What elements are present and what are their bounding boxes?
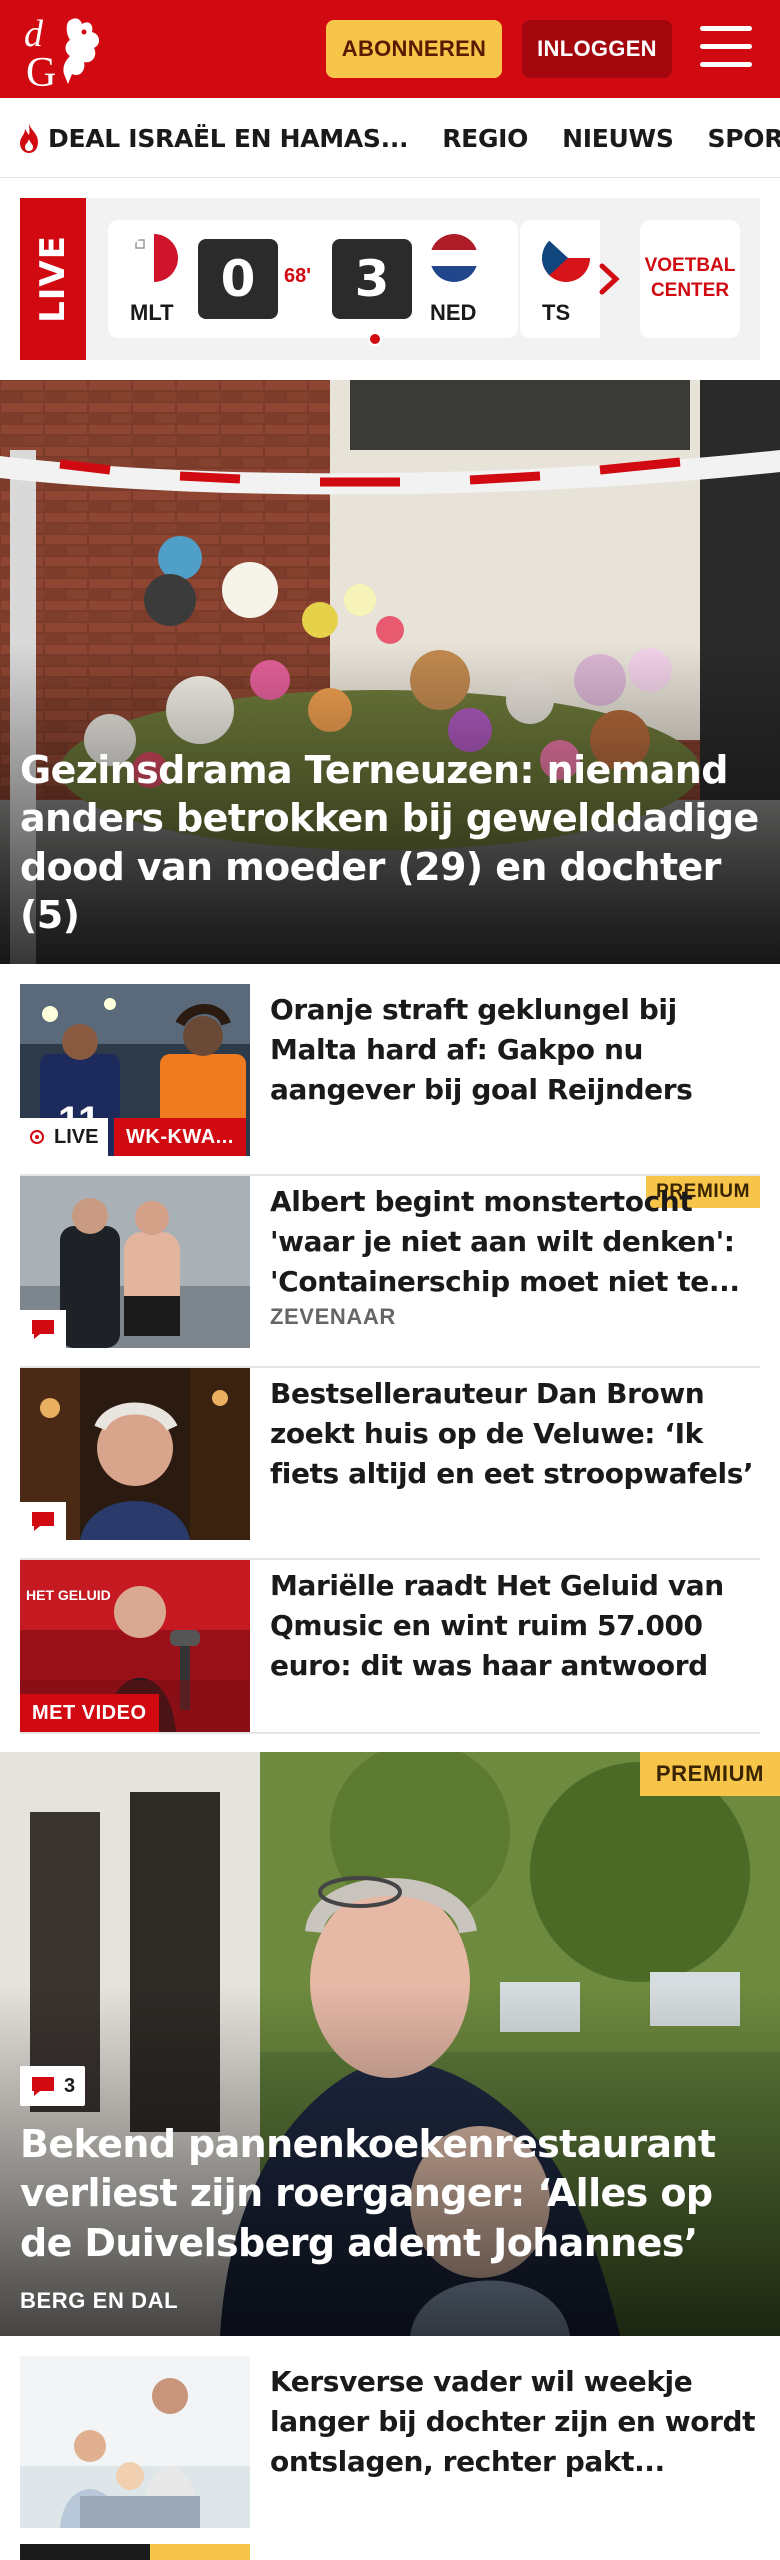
thumbnail-banner-text: HET GELUID: [26, 1587, 111, 1603]
category-tag: WK-KWA...: [114, 1118, 246, 1156]
comments-badge: [20, 1310, 66, 1348]
menu-icon[interactable]: [700, 26, 752, 72]
voetbal-center-link[interactable]: VOETBAL CENTER: [640, 220, 740, 338]
live-scores-bar: LIVE MLT 0 68' 3 NED TS VOETBAL CENTER: [20, 198, 760, 360]
feature-title: Bekend pannenkoekenrestaurant verliest z…: [20, 2122, 716, 2265]
article-thumbnail: [20, 2356, 250, 2528]
hero-article[interactable]: Gezinsdrama Terneuzen: niemand anders be…: [0, 380, 780, 964]
svg-text:d: d: [24, 13, 44, 55]
article-row[interactable]: 11 LIVE WK-KWA... Oranje straft geklunge…: [20, 984, 760, 1176]
comments-count-badge: 3: [20, 2066, 86, 2106]
article-row[interactable]: Bestsellerauteur Dan Brown zoekt huis op…: [20, 1368, 760, 1560]
site-header: d G ABONNEREN INLOGGEN: [0, 0, 780, 98]
video-tag: MET VIDEO: [20, 1694, 159, 1732]
home-score: 0: [198, 239, 278, 319]
hero-title: Gezinsdrama Terneuzen: niemand anders be…: [20, 747, 759, 938]
nav-item-sport[interactable]: SPORT: [708, 124, 780, 153]
malta-flag-icon: [130, 234, 178, 282]
live-badge: LIVE: [20, 1118, 109, 1156]
match-minute: 68': [284, 265, 312, 287]
login-button[interactable]: INLOGGEN: [522, 20, 672, 78]
article-location: ZEVENAAR: [270, 1304, 396, 1329]
de-gelderlander-logo[interactable]: d G: [22, 10, 118, 90]
article-title: Albert begint monstertocht 'waar je niet…: [270, 1185, 740, 1298]
article-row[interactable]: Kersverse vader wil weekje langer bij do…: [20, 2356, 760, 2544]
nav-item-deal-israel[interactable]: DEAL ISRAËL EN HAMAS...: [16, 122, 409, 154]
home-team-code: MLT: [130, 300, 174, 325]
comments-badge: [20, 1502, 66, 1540]
article-title: Mariëlle raadt Het Geluid van Qmusic en …: [270, 1569, 724, 1682]
czech-flag-icon: [542, 234, 590, 282]
comment-icon: [32, 1512, 54, 1531]
subscribe-button[interactable]: ABONNEREN: [326, 20, 502, 78]
featured-article[interactable]: PREMIUM 3 Bekend pannenkoekenrestaurant …: [0, 1752, 780, 2336]
nav-item-label: DEAL ISRAËL EN HAMAS...: [48, 123, 409, 153]
premium-badge: PREMIUM: [639, 1752, 780, 1796]
feature-location: BERG EN DAL: [20, 2288, 179, 2313]
article-title: Kersverse vader wil weekje langer bij do…: [270, 2365, 756, 2478]
comment-icon: [32, 2077, 54, 2096]
netherlands-flag-icon: [430, 234, 478, 282]
nav-item-regio[interactable]: REGIO: [442, 124, 528, 153]
comment-icon: [32, 1320, 54, 1339]
article-title: Bestsellerauteur Dan Brown zoekt huis op…: [270, 1377, 754, 1490]
away-team-code: NED: [430, 300, 477, 325]
match-card-mlt-ned[interactable]: MLT 0 68' 3 NED: [108, 220, 518, 346]
away-score: 3: [332, 239, 412, 319]
article-row[interactable]: PREMIUM Albert begint monstertocht 'waar…: [20, 1176, 760, 1368]
next-matches-button[interactable]: [585, 220, 633, 338]
article-row[interactable]: HET GELUID MET VIDEO Mariëlle raadt Het …: [20, 1560, 760, 1734]
svg-text:G: G: [26, 50, 56, 90]
nav-item-nieuws[interactable]: NIEUWS: [562, 124, 674, 153]
live-dot-icon: [30, 1130, 44, 1144]
flame-icon: [20, 123, 38, 153]
live-indicator-dot: [368, 332, 382, 346]
article-title: Oranje straft geklungel bij Malta hard a…: [270, 993, 693, 1106]
next-article-peek: [20, 2544, 760, 2560]
live-label: LIVE: [20, 198, 86, 360]
next-team-code: TS: [542, 300, 571, 325]
chevron-right-icon: [599, 263, 620, 295]
section-nav: DEAL ISRAËL EN HAMAS... REGIO NIEUWS SPO…: [0, 98, 780, 178]
